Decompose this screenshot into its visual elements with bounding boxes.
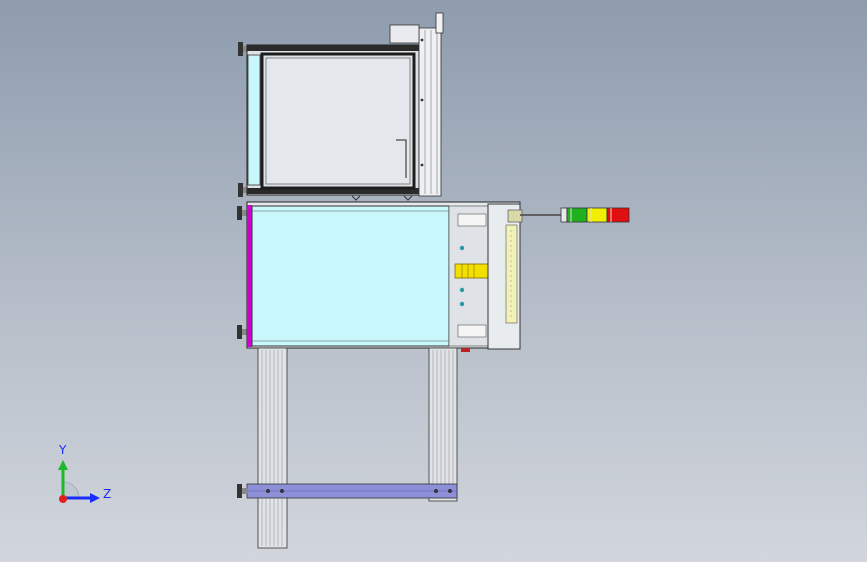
left-leg-extrusion — [257, 347, 288, 549]
column-cap — [435, 12, 444, 34]
y-axis-arrowhead — [58, 460, 68, 470]
mechanism-top-block — [457, 213, 487, 227]
upper-window-inner — [265, 57, 411, 185]
stack-light-green — [566, 207, 588, 223]
cad-viewport[interactable]: Y Z — [0, 0, 867, 562]
leveling-foot-bottom — [237, 484, 248, 498]
control-connector — [507, 209, 523, 223]
stack-light[interactable] — [520, 207, 630, 223]
status-marker — [461, 348, 470, 352]
stack-light-base — [560, 207, 568, 223]
cabinet-magenta-edge — [247, 205, 252, 347]
stack-light-yellow — [586, 207, 608, 223]
triad-quadrant — [62, 481, 80, 499]
upper-frame[interactable] — [238, 12, 444, 201]
z-axis-label: Z — [103, 487, 112, 501]
orientation-triad[interactable] — [58, 460, 100, 503]
stack-light-red — [606, 207, 630, 223]
upper-frame-top-bar — [247, 45, 419, 51]
main-cabinet[interactable] — [237, 201, 523, 352]
z-axis-arrowhead — [90, 493, 100, 503]
upper-glass-panel — [247, 54, 261, 186]
motor-box — [389, 24, 420, 44]
x-axis-dot — [59, 495, 67, 503]
leveling-foot-lower-cabinet — [237, 325, 248, 339]
leveling-foot-upper-cabinet — [237, 206, 248, 220]
y-axis-label: Y — [59, 443, 67, 457]
lower-stand[interactable] — [237, 347, 458, 549]
slide-column — [418, 27, 442, 197]
mechanism-bottom-block — [457, 324, 487, 338]
control-strip — [505, 224, 518, 324]
cabinet-glass-panel — [251, 205, 450, 347]
assembly-model[interactable] — [0, 0, 867, 562]
